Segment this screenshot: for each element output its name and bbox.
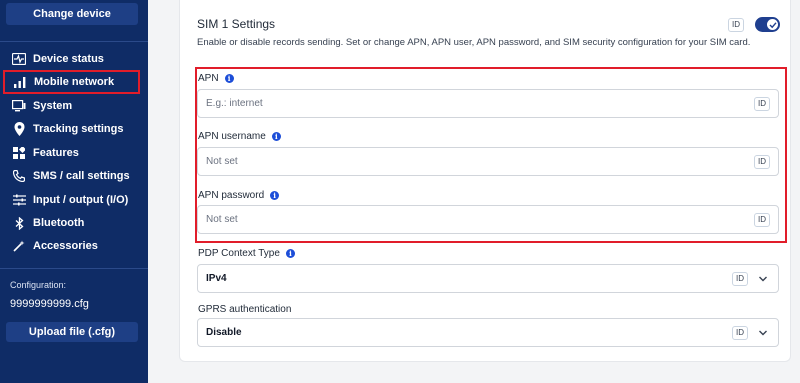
sidebar-divider xyxy=(0,41,148,42)
sim1-settings-card: SIM 1 Settings ID Enable or disable reco… xyxy=(179,0,791,362)
id-badge[interactable]: ID xyxy=(732,272,748,286)
sidebar-item-sms-call-settings[interactable]: SMS / call settings xyxy=(4,165,140,187)
bluetooth-icon xyxy=(11,215,27,231)
grid-icon xyxy=(11,145,27,161)
apn-placeholder: E.g.: internet xyxy=(206,98,263,109)
configuration-file-name: 9999999999.cfg xyxy=(10,298,89,310)
sidebar-item-accessories[interactable]: Accessories xyxy=(4,235,140,257)
gprs-authentication-value: Disable xyxy=(206,327,242,338)
apn-username-input[interactable]: Not set ID xyxy=(197,147,779,176)
gprs-authentication-label-text: GPRS authentication xyxy=(198,304,292,315)
pdp-context-type-label: PDP Context Type i xyxy=(198,248,295,259)
sidebar: Change device Device status Mobile netwo… xyxy=(0,0,148,383)
gprs-authentication-label: GPRS authentication xyxy=(198,304,291,315)
pulse-icon xyxy=(11,51,27,67)
sidebar-item-input-output[interactable]: Input / output (I/O) xyxy=(4,189,140,211)
id-badge[interactable]: ID xyxy=(754,213,770,227)
apn-username-label: APN username i xyxy=(198,131,281,142)
pdp-context-type-label-text: PDP Context Type xyxy=(198,248,280,259)
apn-label: APN i xyxy=(198,73,234,84)
sidebar-item-label: Mobile network xyxy=(34,76,115,88)
sidebar-item-label: Features xyxy=(33,147,79,159)
id-badge[interactable]: ID xyxy=(728,18,744,32)
sidebar-item-label: Device status xyxy=(33,53,104,65)
id-badge[interactable]: ID xyxy=(754,155,770,169)
sidebar-item-bluetooth[interactable]: Bluetooth xyxy=(4,212,140,234)
chevron-down-icon[interactable] xyxy=(758,274,768,284)
apn-input[interactable]: E.g.: internet ID xyxy=(197,89,779,118)
wand-icon xyxy=(11,238,27,254)
monitor-icon xyxy=(11,98,27,114)
apn-username-label-text: APN username xyxy=(198,131,266,142)
apn-password-input[interactable]: Not set ID xyxy=(197,205,779,234)
info-icon[interactable]: i xyxy=(270,191,280,200)
pdp-context-type-select[interactable]: IPv4 ID xyxy=(197,264,779,293)
sidebar-item-label: Input / output (I/O) xyxy=(33,194,129,206)
sidebar-item-label: Tracking settings xyxy=(33,123,124,135)
apn-password-label: APN password i xyxy=(198,190,280,201)
sidebar-item-device-status[interactable]: Device status xyxy=(4,48,140,70)
card-title: SIM 1 Settings xyxy=(197,17,276,31)
apn-label-text: APN xyxy=(198,73,219,84)
info-icon[interactable]: i xyxy=(285,249,295,258)
sidebar-item-tracking-settings[interactable]: Tracking settings xyxy=(4,118,140,140)
chevron-down-icon[interactable] xyxy=(758,328,768,338)
signal-bars-icon xyxy=(12,74,28,90)
sidebar-item-mobile-network[interactable]: Mobile network xyxy=(3,70,140,94)
change-device-button[interactable]: Change device xyxy=(6,3,138,25)
configuration-label: Configuration: xyxy=(10,280,67,290)
sidebar-item-label: SMS / call settings xyxy=(33,170,130,182)
info-icon[interactable]: i xyxy=(224,74,234,83)
apn-username-value: Not set xyxy=(206,156,238,167)
sidebar-item-label: Accessories xyxy=(33,240,98,252)
upload-file-button[interactable]: Upload file (.cfg) xyxy=(6,322,138,342)
id-badge[interactable]: ID xyxy=(732,326,748,340)
phone-icon xyxy=(11,168,27,184)
info-icon[interactable]: i xyxy=(271,132,281,141)
check-icon xyxy=(767,19,778,30)
location-pin-icon xyxy=(11,121,27,137)
pdp-context-type-value: IPv4 xyxy=(206,273,227,284)
id-badge[interactable]: ID xyxy=(754,97,770,111)
gprs-authentication-select[interactable]: Disable ID xyxy=(197,318,779,347)
sidebar-item-system[interactable]: System xyxy=(4,95,140,117)
sliders-icon xyxy=(11,192,27,208)
sidebar-item-label: Bluetooth xyxy=(33,217,85,229)
apn-password-value: Not set xyxy=(206,214,238,225)
records-sending-toggle[interactable] xyxy=(755,17,780,32)
sidebar-divider xyxy=(0,268,148,269)
apn-password-label-text: APN password xyxy=(198,190,265,201)
sidebar-item-features[interactable]: Features xyxy=(4,142,140,164)
sidebar-item-label: System xyxy=(33,100,73,112)
card-description: Enable or disable records sending. Set o… xyxy=(197,37,751,48)
